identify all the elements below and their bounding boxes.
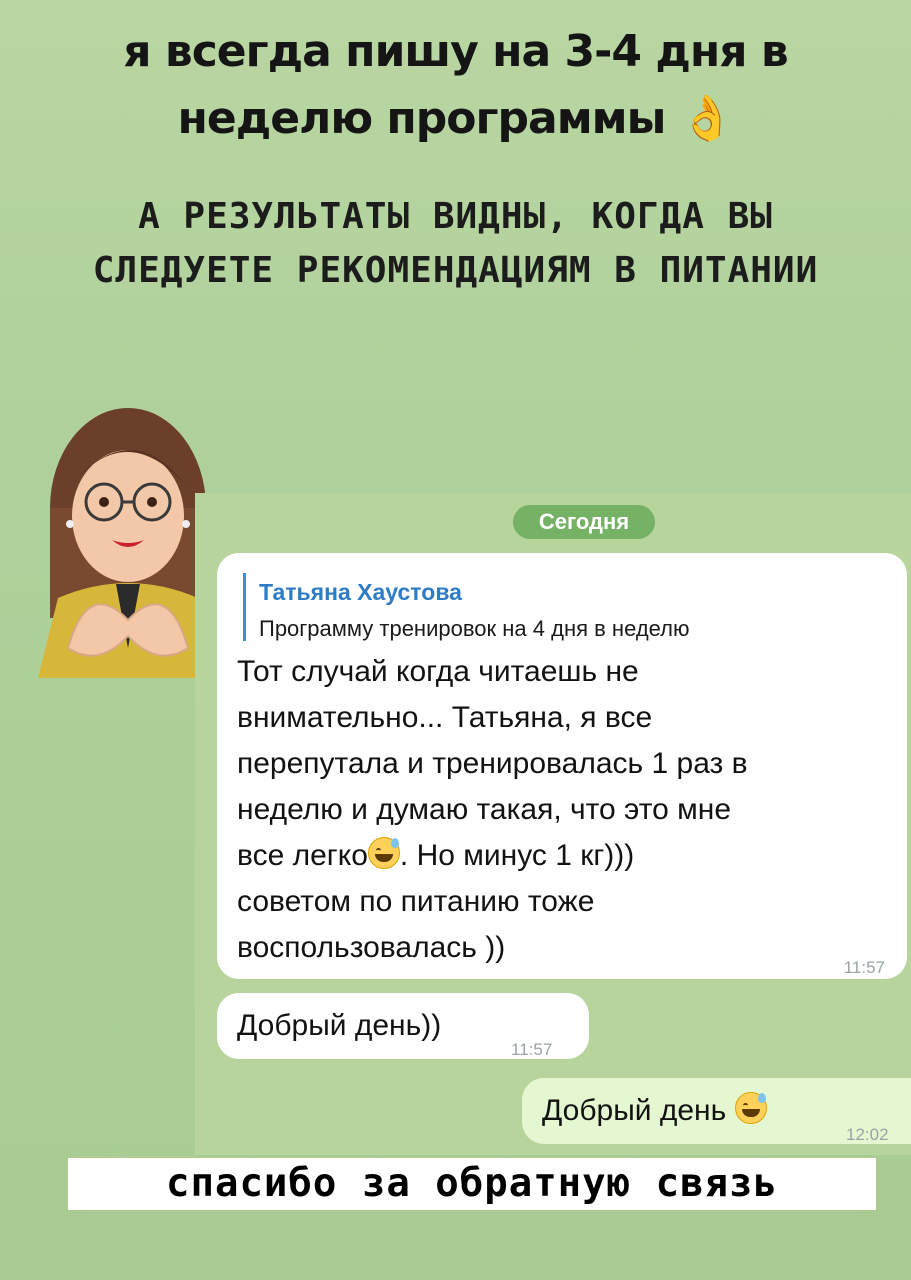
message-time: 11:57	[511, 1040, 553, 1059]
subheadline-line-2: СЛЕДУЕТЕ РЕКОМЕНДАЦИЯМ В ПИТАНИИ	[92, 250, 819, 291]
message-line: внимательно... Татьяна, я все	[237, 701, 653, 734]
sweat-smile-emoji-icon	[367, 837, 400, 869]
incoming-message-bubble[interactable]: Татьяна Хаустова Программу тренировок на…	[217, 553, 907, 979]
thanks-caption: спасибо за обратную связь	[68, 1158, 876, 1210]
chat-screenshot: Сегодня Татьяна Хаустова Программу трени…	[195, 493, 911, 1155]
headline-line-1: я всегда пишу на 3-4 дня в	[123, 26, 788, 77]
headline-line-2: неделю программы 👌	[177, 93, 734, 144]
message-line: неделю и думаю такая, что это мне	[237, 793, 732, 826]
message-line: советом по питанию тоже	[237, 885, 595, 918]
message-line: Добрый день	[542, 1088, 767, 1134]
reply-quote-bar	[243, 573, 246, 641]
date-separator: Сегодня	[513, 505, 655, 539]
message-time: 12:02	[846, 1125, 889, 1144]
incoming-message-bubble[interactable]: Добрый день)) 11:57	[217, 993, 589, 1059]
message-line: все легко . Но минус 1 кг)))	[237, 833, 634, 879]
message-line: Тот случай когда читаешь не	[237, 655, 639, 688]
reply-quote-text: Программу тренировок на 4 дня в неделю	[259, 616, 690, 641]
subheadline-line-1: А РЕЗУЛЬТАТЫ ВИДНЫ, КОГДА ВЫ	[138, 196, 773, 237]
message-line-end: . Но минус 1 кг)))	[399, 839, 635, 872]
message-line-start: все легко	[237, 839, 368, 872]
sweat-smile-emoji-icon	[734, 1092, 767, 1124]
message-line: перепутала и тренировалась 1 раз в	[237, 747, 748, 780]
message-text: Добрый день))	[237, 1009, 442, 1042]
message-line: воспользовалась ))	[237, 931, 506, 964]
message-text: Добрый день	[542, 1094, 727, 1127]
message-time: 11:57	[843, 958, 885, 977]
outgoing-message-bubble[interactable]: Добрый день 12:02	[522, 1078, 911, 1144]
